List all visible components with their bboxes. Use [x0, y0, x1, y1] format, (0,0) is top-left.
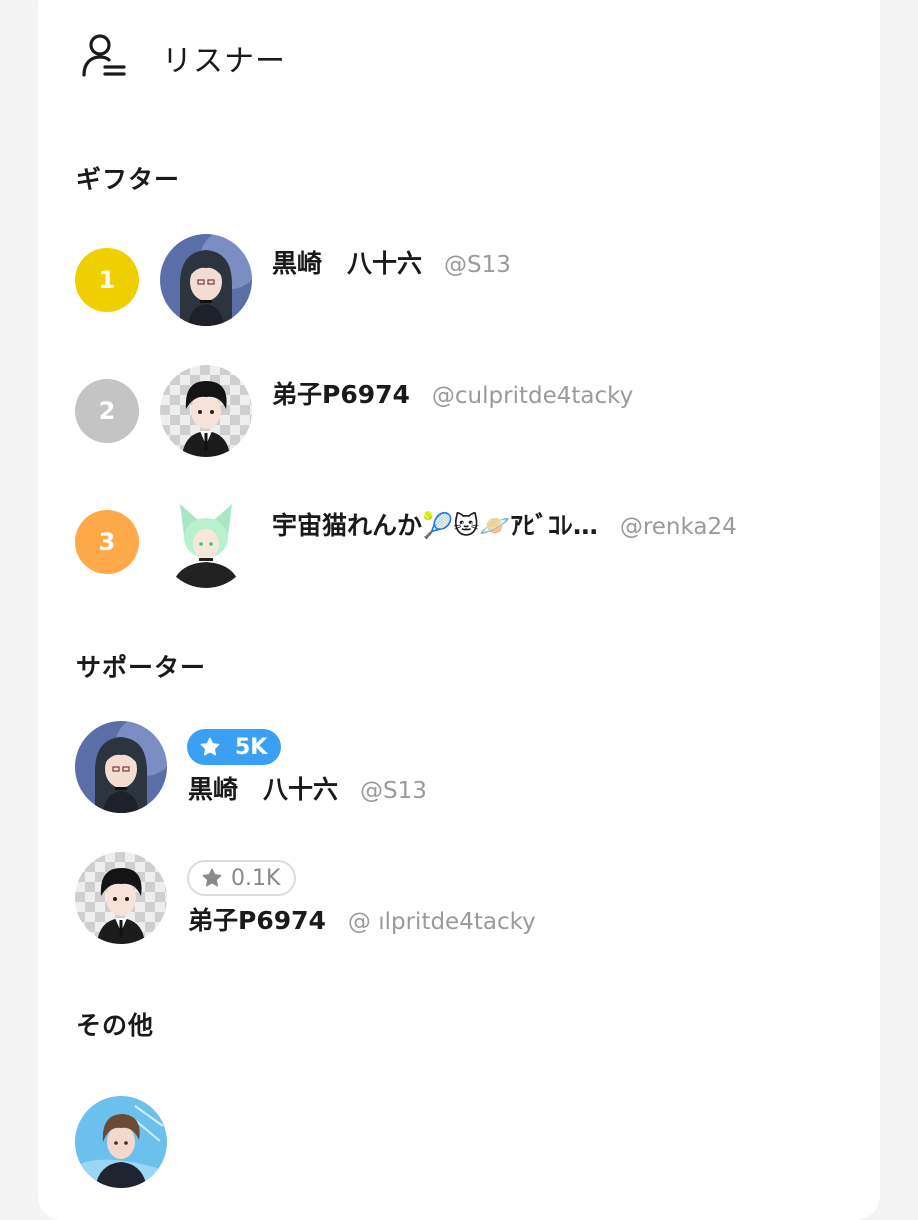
- avatar[interactable]: [75, 852, 167, 944]
- user-list-icon: [82, 34, 126, 77]
- star-icon: [202, 868, 222, 887]
- rank-badge: 2: [75, 379, 139, 443]
- badge-value: 0.1K: [231, 865, 281, 891]
- user-name: 黒崎 八十六: [272, 249, 423, 278]
- support-badge: 5K: [187, 729, 282, 765]
- user-handle: @ ılpritde4tacky: [347, 909, 536, 935]
- avatar[interactable]: [75, 721, 167, 813]
- avatar[interactable]: [75, 1096, 167, 1188]
- star-icon: [200, 737, 220, 756]
- user-name: 宇宙猫れんか🎾🐱🪐ｱﾋﾞｺﾚ…: [272, 511, 598, 540]
- user-handle: @S13: [360, 778, 427, 804]
- user-handle: @renka24: [619, 514, 737, 540]
- avatar[interactable]: [160, 496, 252, 588]
- rank-badge: 3: [75, 510, 139, 574]
- gifter-name-line: 宇宙猫れんか🎾🐱🪐ｱﾋﾞｺﾚ… @renka24: [272, 506, 737, 542]
- user-name: 弟子P6974: [272, 380, 410, 409]
- badge-value: 5K: [235, 734, 268, 760]
- others-section-title: その他: [76, 1011, 155, 1040]
- gifters-section-title: ギフター: [76, 165, 181, 194]
- rank-badge: 1: [75, 248, 139, 312]
- supporters-section-title: サポーター: [76, 653, 207, 682]
- supporter-name-line: 黒崎 八十六 @S13: [188, 770, 427, 806]
- user-handle: @S13: [444, 252, 511, 278]
- user-name: 黒崎 八十六: [188, 775, 339, 804]
- supporter-name-line: 弟子P6974 @ ılpritde4tacky: [188, 901, 536, 937]
- support-badge: 0.1K: [187, 860, 297, 896]
- avatar[interactable]: [160, 234, 252, 326]
- page-title: リスナー: [162, 44, 286, 79]
- avatar[interactable]: [160, 365, 252, 457]
- gifter-name-line: 黒崎 八十六 @S13: [272, 244, 511, 280]
- gifter-name-line: 弟子P6974 @culpritde4tacky: [272, 375, 633, 411]
- user-handle: @culpritde4tacky: [431, 383, 634, 409]
- user-name: 弟子P6974: [188, 906, 326, 935]
- listener-header: リスナー: [80, 30, 285, 80]
